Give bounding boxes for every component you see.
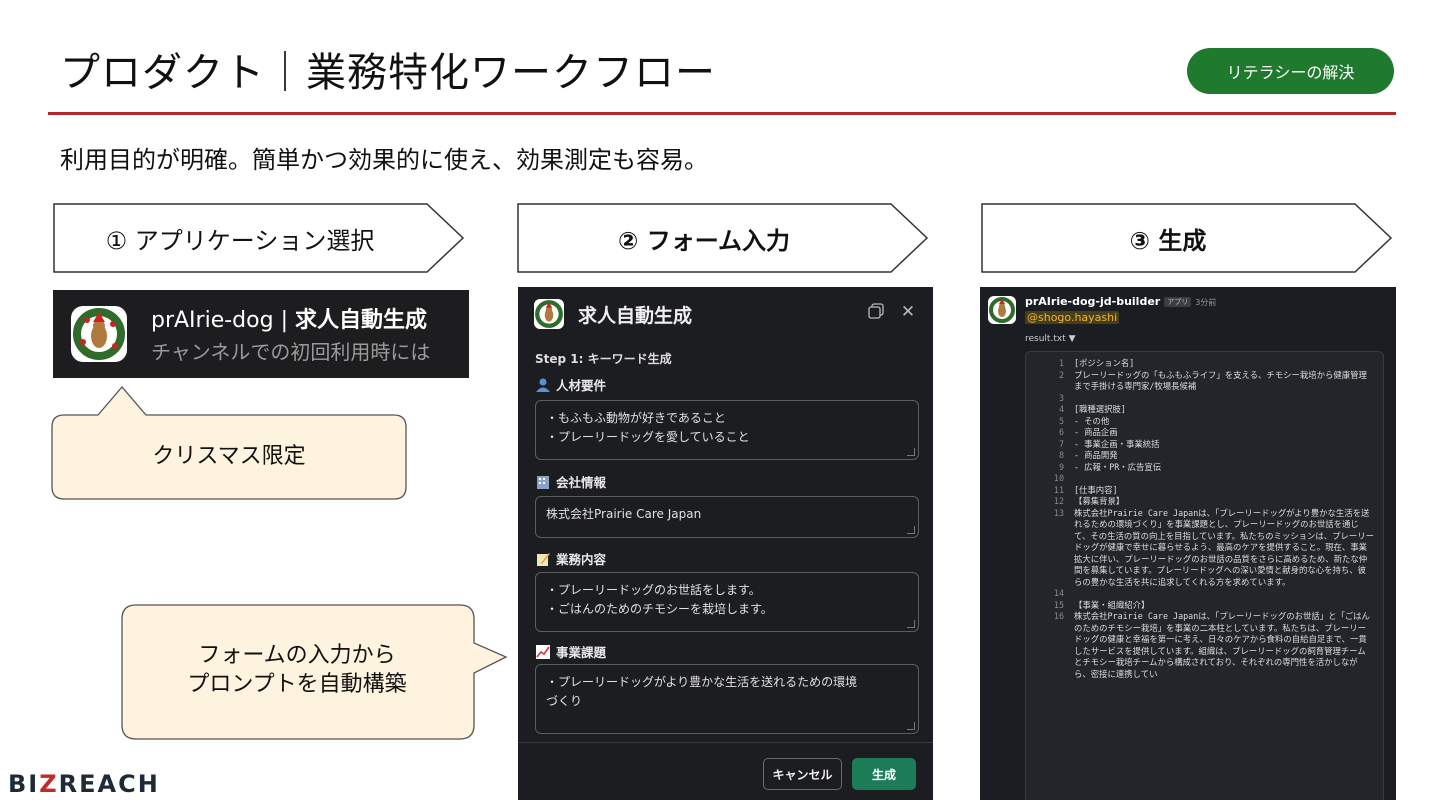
line-text: 株式会社Prairie Care Japanは、「プレーリードッグのお世話」と「… [1074,611,1370,679]
field-label-issue: 事業課題 [535,642,606,661]
prompt-callout-text: フォームの入力から プロンプトを自動構築 [187,643,407,697]
page-title: プロダクト｜業務特化ワークフロー [60,50,716,96]
modal-title: 求人自動生成 [578,305,693,327]
line-number: 12 [1053,496,1064,506]
line-text: - 商品開発 [1074,450,1118,460]
line-text: [仕事内容] [1074,484,1118,495]
user-mention[interactable]: @shogo.hayashi [1025,311,1120,324]
line-number: 1 [1058,358,1064,368]
line-text: 【募集背景】 [1074,496,1125,506]
modal-header: 求人自動生成 ✕ [518,287,933,347]
modal-footer: キャンセル 生成 [518,742,933,800]
line-number: 2 [1058,369,1064,380]
line-number: 15 [1053,599,1064,610]
line-number: 3 [1058,392,1064,403]
message-time: 3分前 [1195,298,1217,307]
line-number: 4 [1058,404,1064,414]
generate-button[interactable]: 生成 [852,758,916,790]
title-divider [48,112,1396,115]
popout-icon[interactable] [867,303,885,321]
memo-icon [535,551,551,567]
line-number: 9 [1058,461,1064,472]
app-tag: アプリ [1164,297,1192,307]
file-toggle[interactable]: result.txt ▼ [1025,334,1076,344]
app-select-card[interactable]: prAIrie-dog | 求人自動生成 チャンネルでの初回利用時には [53,290,469,378]
line-text: プレーリードッグの「もふもふライフ」を支える、チモシー栽培から健康管理まで手掛け… [1074,369,1367,392]
app-description: チャンネルでの初回利用時には [151,340,431,364]
bizreach-logo: BIZREACH [8,770,160,798]
line-number: 10 [1053,473,1064,483]
code-block: 1 [ポジション名] 2 プレーリードッグの「もふもふライフ」を支える、チモシー栽培か… [1025,351,1384,800]
step-1-arrow: ① アプリケーション選択 [53,203,465,273]
field-label-work: 業務内容 [535,549,606,568]
line-number: 6 [1058,427,1064,437]
field-label-requirements: 人材要件 [535,375,606,394]
line-text: [職種選択肢] [1074,404,1126,414]
issue-field[interactable]: ・プレーリードッグがより豊かな生活を送れるための環境 づくり [535,664,919,734]
person-icon [535,377,551,393]
step-1-label: ① アプリケーション選択 [105,226,375,255]
bot-name[interactable]: prAIrie-dog-jd-builder アプリ 3分前 [1025,295,1216,308]
line-text: - 商品企画 [1074,427,1118,437]
line-number: 13 [1053,507,1064,518]
close-icon[interactable]: ✕ [899,303,917,321]
app-name: prAIrie-dog | 求人自動生成 [151,308,427,333]
form-step-label: Step 1: キーワード生成 [535,352,672,366]
page-subtitle: 利用目的が明確。簡単かつ効果的に使え、効果測定も容易。 [60,146,708,174]
building-icon [535,474,551,490]
result-message: prAIrie-dog-jd-builder アプリ 3分前 @shogo.haya… [980,287,1396,800]
step-2-arrow: ② フォーム入力 [517,203,929,273]
field-label-company: 会社情報 [535,472,606,491]
chart-up-icon [535,644,551,660]
line-number: 5 [1058,415,1064,426]
step-2-label: ② フォーム入力 [618,226,790,255]
christmas-callout-text: クリスマス限定 [152,443,306,469]
line-number: 7 [1058,438,1064,449]
work-field[interactable]: ・プレーリードッグのお世話をします。 ・ごはんのためのチモシーを栽培します。 [535,572,919,632]
line-number: 16 [1053,611,1064,621]
step-3-arrow: ③ 生成 [981,203,1393,273]
line-text: - 広報・PR・広告宣伝 [1074,461,1162,472]
line-text: - 事業企画・事業統括 [1074,438,1160,449]
prairie-dog-wreath-icon [71,306,127,362]
company-field[interactable]: 株式会社Prairie Care Japan [535,496,919,538]
line-text: - その他 [1074,415,1110,426]
prairie-dog-wreath-icon [534,299,564,329]
line-text: 【事業・組織紹介】 [1074,599,1150,610]
line-text: 株式会社Prairie Care Japanは、「プレーリードッグがより豊かな生… [1074,507,1374,587]
requirements-field[interactable]: ・もふもふ動物が好きであること ・プレーリードッグを愛していること [535,400,919,460]
bot-avatar [988,296,1016,324]
cancel-button[interactable]: キャンセル [763,758,842,790]
literacy-badge: リテラシーの解決 [1187,48,1394,94]
step-3-label: ③ 生成 [1129,226,1207,255]
line-number: 14 [1053,588,1064,598]
line-number: 11 [1053,484,1064,495]
line-text: [ポジション名] [1074,358,1135,368]
form-modal: 求人自動生成 ✕ Step 1: キーワード生成 人材要件 ・もふもふ動物が好き… [518,287,933,800]
line-number: 8 [1058,450,1064,460]
